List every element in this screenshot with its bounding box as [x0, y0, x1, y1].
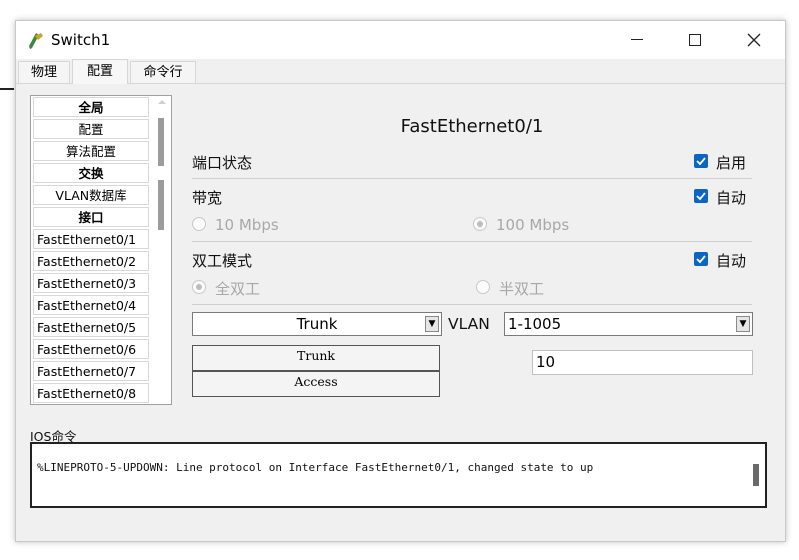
app-window: Switch1 物理 配置 命令行 全局 配置 算法配置 交换 VLAN数据库 … [15, 20, 786, 542]
bandwidth-10-radio[interactable] [192, 217, 206, 231]
sidebar-item-global[interactable]: 全局 [33, 97, 149, 117]
mode-option-trunk[interactable]: Trunk [192, 345, 440, 371]
sidebar-item-settings[interactable]: 配置 [33, 119, 149, 139]
port-status-enable-label: 启用 [716, 154, 747, 172]
tab-bar: 物理 配置 命令行 [16, 59, 785, 84]
port-status-label: 端口状态 [192, 154, 253, 172]
divider [192, 241, 752, 242]
sidebar-item-fa0-4[interactable]: FastEthernet0/4 [33, 295, 149, 315]
bandwidth-100-label: 100 Mbps [496, 216, 570, 234]
bandwidth-10-label: 10 Mbps [215, 216, 279, 234]
checkmark-icon [696, 255, 706, 264]
sidebar-item-vlan-database[interactable]: VLAN数据库 [33, 185, 149, 205]
bandwidth-auto-checkbox[interactable] [694, 189, 708, 203]
sidebar-scroll-thumb-lower[interactable] [158, 180, 164, 230]
switch-app-icon [26, 30, 46, 50]
divider [192, 178, 752, 179]
port-status-checkbox[interactable] [694, 154, 708, 168]
duplex-half-radio[interactable] [476, 280, 490, 294]
bandwidth-label: 带宽 [192, 189, 223, 207]
sidebar-item-fa0-8[interactable]: FastEthernet0/8 [33, 383, 149, 403]
vlan-id-input[interactable]: 10 [532, 350, 753, 375]
checkmark-icon [696, 157, 706, 166]
duplex-label: 双工模式 [192, 252, 253, 270]
divider [192, 304, 752, 305]
sidebar-item-fa0-2[interactable]: FastEthernet0/2 [33, 251, 149, 271]
maximize-button[interactable] [666, 21, 724, 59]
interface-title: FastEthernet0/1 [400, 116, 544, 137]
duplex-half-label: 半双工 [499, 280, 545, 298]
vlan-label: VLAN [448, 315, 490, 333]
config-sidebar: 全局 配置 算法配置 交换 VLAN数据库 接口 FastEthernet0/1… [30, 95, 172, 405]
sidebar-item-fa0-3[interactable]: FastEthernet0/3 [33, 273, 149, 293]
minimize-icon [631, 39, 643, 40]
duplex-auto-checkbox[interactable] [694, 252, 708, 266]
ios-console-text: %LINEPROTO-5-UPDOWN: Line protocol on In… [37, 461, 594, 474]
tab-physical[interactable]: 物理 [18, 61, 70, 83]
vlan-range-select[interactable]: 1-1005 ▼ [504, 312, 753, 336]
dropdown-arrow-icon[interactable]: ▼ [736, 316, 750, 332]
ios-scroll-thumb[interactable] [753, 464, 759, 486]
port-mode-value: Trunk [296, 315, 338, 333]
sidebar-scrollbar[interactable] [155, 96, 169, 404]
close-icon [747, 33, 761, 47]
sidebar-item-fa0-7[interactable]: FastEthernet0/7 [33, 361, 149, 381]
duplex-auto-label: 自动 [716, 252, 747, 270]
mode-option-access[interactable]: Access [192, 371, 440, 397]
dropdown-arrow-icon[interactable]: ▼ [425, 316, 439, 332]
ios-console[interactable]: %LINEPROTO-5-UPDOWN: Line protocol on In… [30, 442, 767, 508]
title-bar[interactable]: Switch1 [16, 21, 785, 59]
close-button[interactable] [725, 21, 783, 59]
maximize-icon [689, 34, 701, 46]
bandwidth-auto-label: 自动 [716, 189, 747, 207]
sidebar-item-interface[interactable]: 接口 [33, 207, 149, 227]
port-mode-select[interactable]: Trunk ▼ [192, 312, 442, 336]
sidebar-scroll-thumb-upper[interactable] [158, 118, 164, 166]
background-line [0, 88, 14, 90]
sidebar-item-fa0-1[interactable]: FastEthernet0/1 [33, 229, 149, 249]
minimize-button[interactable] [608, 21, 666, 59]
sidebar-item-fa0-5[interactable]: FastEthernet0/5 [33, 317, 149, 337]
duplex-full-radio[interactable] [192, 280, 206, 294]
sidebar-item-switching[interactable]: 交换 [33, 163, 149, 183]
bandwidth-100-radio[interactable] [473, 217, 487, 231]
scroll-up-icon[interactable] [155, 98, 169, 106]
tab-cli[interactable]: 命令行 [130, 61, 196, 83]
sidebar-item-fa0-6[interactable]: FastEthernet0/6 [33, 339, 149, 359]
sidebar-item-algorithm[interactable]: 算法配置 [33, 141, 149, 161]
tab-config[interactable]: 配置 [72, 59, 128, 84]
vlan-range-value: 1-1005 [508, 315, 562, 333]
window-title: Switch1 [51, 31, 111, 49]
checkmark-icon [696, 192, 706, 201]
duplex-full-label: 全双工 [215, 280, 261, 298]
